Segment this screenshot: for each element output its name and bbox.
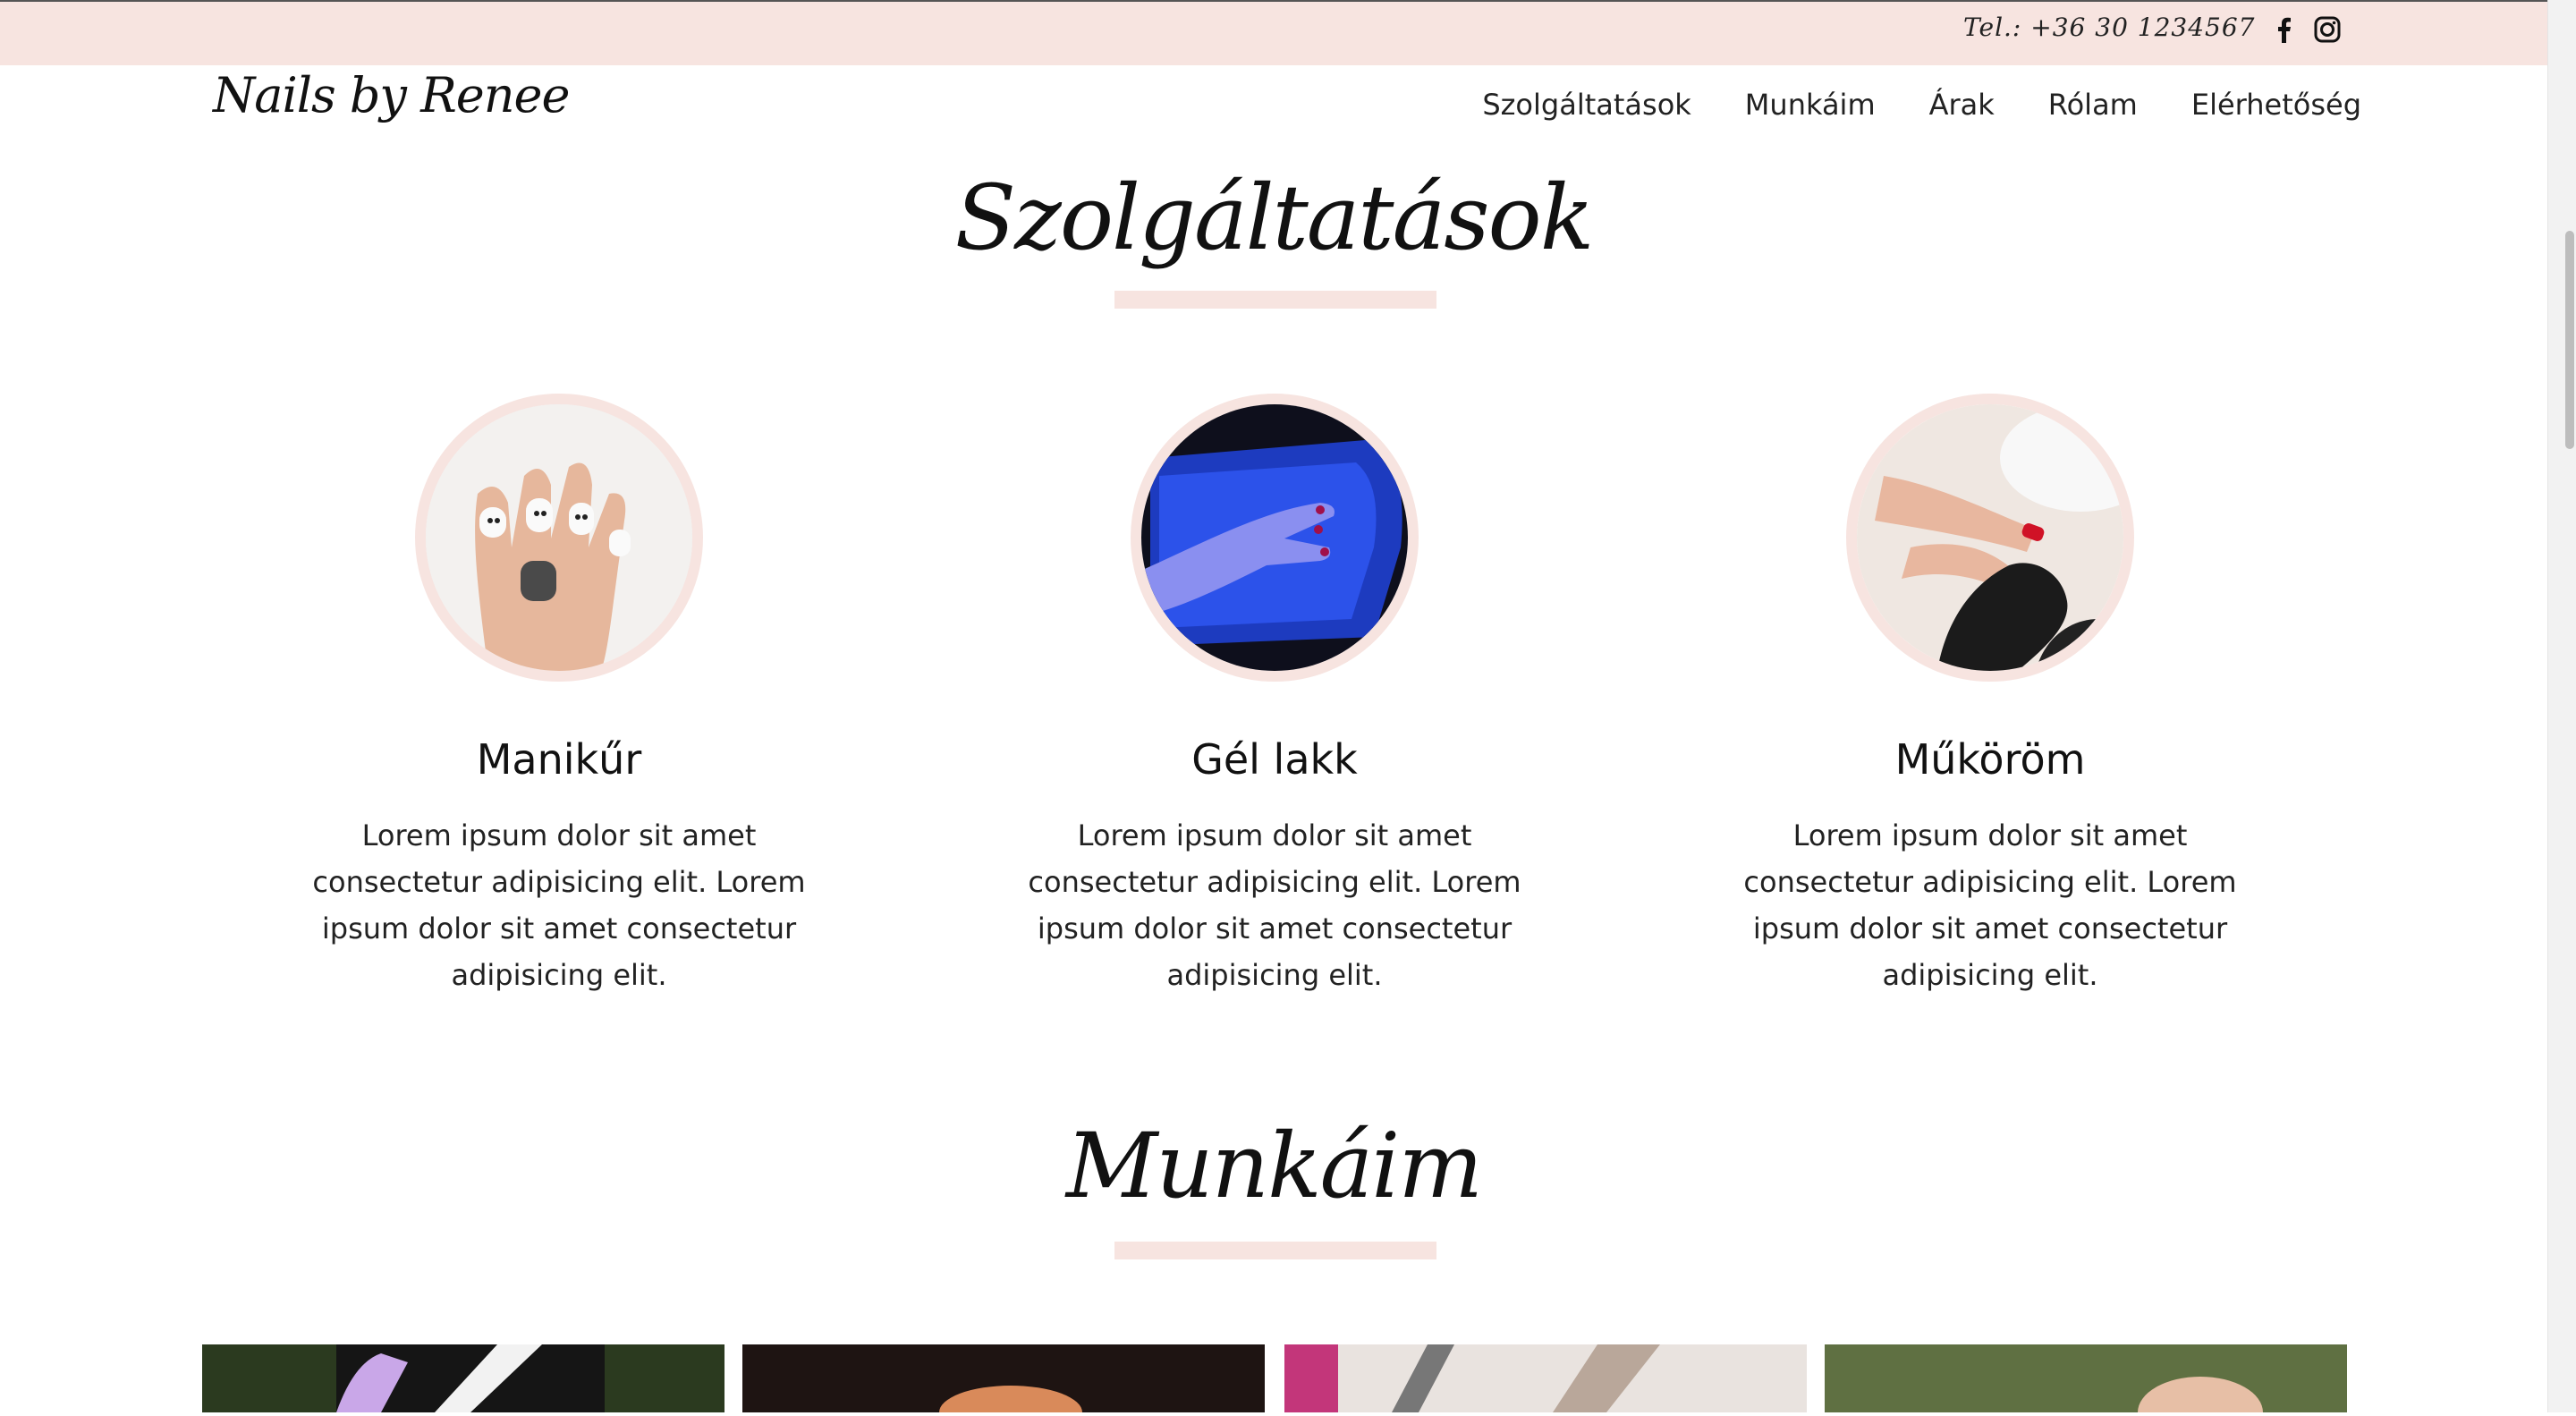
work-thumbnail-4[interactable] xyxy=(1825,1344,2347,1416)
site-logo[interactable]: Nails by Renee xyxy=(213,67,570,123)
service-title-mukorom: Műköröm xyxy=(1894,735,2086,784)
services-title-underline xyxy=(1114,291,1436,309)
service-card-manikur: Manikűr Lorem ipsum dolor sit amet conse… xyxy=(219,394,899,998)
works-title-underline xyxy=(1114,1242,1436,1259)
mukorom-image xyxy=(1846,394,2134,682)
manicure-image xyxy=(415,394,703,682)
nav-link-munkaim[interactable]: Munkáim xyxy=(1745,88,1876,122)
service-card-mukorom: Műköröm Lorem ipsum dolor sit amet conse… xyxy=(1650,394,2330,998)
nav-link-rolam[interactable]: Rólam xyxy=(2048,88,2138,122)
service-title-manikur: Manikűr xyxy=(476,735,642,784)
work-thumbnail-3[interactable] xyxy=(1284,1344,1807,1412)
services-title: Szolgáltatások xyxy=(954,165,1595,270)
service-description-manikur: Lorem ipsum dolor sit amet consectetur a… xyxy=(312,818,806,992)
scrollbar-thumb[interactable] xyxy=(2565,231,2574,449)
nav-link-szolgaltatasok[interactable]: Szolgáltatások xyxy=(1482,88,1690,122)
service-title-gel-lakk: Gél lakk xyxy=(1191,735,1358,784)
service-card-gel-lakk: Gél lakk Lorem ipsum dolor sit amet cons… xyxy=(935,394,1614,998)
service-description-gel-lakk: Lorem ipsum dolor sit amet consectetur a… xyxy=(1028,818,1521,992)
phone-number: Tel.: +36 30 1234567 xyxy=(1963,13,2256,42)
service-description-mukorom: Lorem ipsum dolor sit amet consectetur a… xyxy=(1743,818,2237,992)
facebook-icon[interactable] xyxy=(2268,14,2299,45)
instagram-icon[interactable] xyxy=(2312,14,2343,45)
nav-link-elerhetoseg[interactable]: Elérhetőség xyxy=(2191,88,2361,122)
gel-lakk-image xyxy=(1131,394,1419,682)
work-thumbnail-1[interactable] xyxy=(202,1344,724,1412)
works-title: Munkáim xyxy=(1065,1114,1483,1218)
work-thumbnail-2[interactable] xyxy=(742,1344,1265,1416)
main-nav: Szolgáltatások Munkáim Árak Rólam Elérhe… xyxy=(1482,88,2361,122)
vertical-scrollbar[interactable] xyxy=(2547,0,2576,1412)
nav-link-arak[interactable]: Árak xyxy=(1929,88,1995,122)
